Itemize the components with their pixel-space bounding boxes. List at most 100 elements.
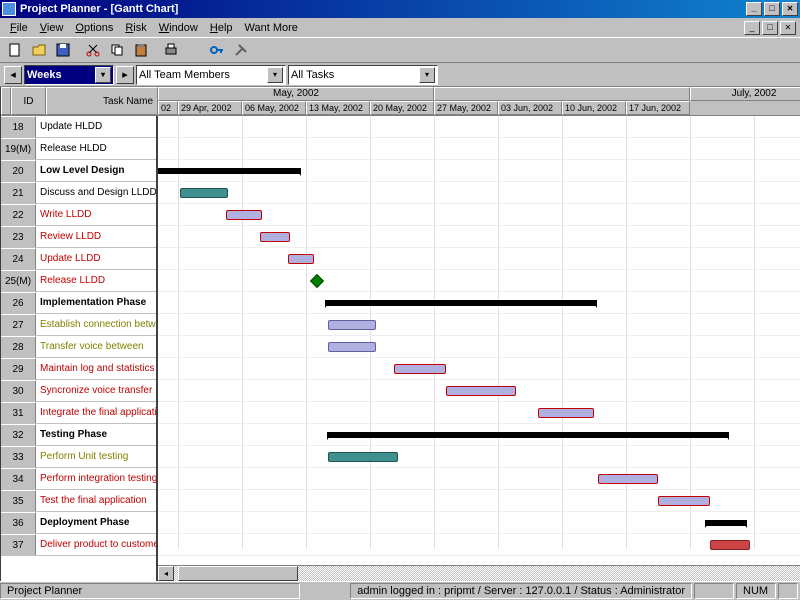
- tools-button[interactable]: [230, 39, 252, 61]
- task-bar[interactable]: [710, 540, 750, 550]
- task-id-cell: 22: [1, 204, 36, 225]
- summary-bar[interactable]: [158, 168, 300, 174]
- task-row[interactable]: 27Establish connection between: [1, 314, 156, 336]
- task-bar[interactable]: [328, 342, 376, 352]
- task-bar[interactable]: [446, 386, 516, 396]
- task-row[interactable]: 24Update LLDD: [1, 248, 156, 270]
- task-row[interactable]: 26Implementation Phase: [1, 292, 156, 314]
- gantt-row[interactable]: [158, 160, 800, 182]
- maximize-button[interactable]: [764, 2, 780, 16]
- tasks-combo[interactable]: All Tasks: [288, 65, 438, 85]
- gantt-row[interactable]: [158, 226, 800, 248]
- status-left: Project Planner: [0, 583, 300, 599]
- gantt-row[interactable]: [158, 116, 800, 138]
- summary-bar[interactable]: [328, 432, 728, 438]
- task-row[interactable]: 34Perform integration testing: [1, 468, 156, 490]
- close-button[interactable]: [782, 2, 798, 16]
- open-button[interactable]: [28, 39, 50, 61]
- gantt-row[interactable]: [158, 270, 800, 292]
- task-row[interactable]: 19(M)Release HLDD: [1, 138, 156, 160]
- scroll-thumb[interactable]: [178, 566, 298, 581]
- task-name-cell: Release HLDD: [36, 138, 156, 159]
- save-button[interactable]: [52, 39, 74, 61]
- gantt-row[interactable]: [158, 336, 800, 358]
- timeline-header: ID Task Name May, 2002July, 20020229 Apr…: [1, 87, 800, 116]
- gantt-row[interactable]: [158, 182, 800, 204]
- task-row[interactable]: 20Low Level Design: [1, 160, 156, 182]
- task-id-cell: 23: [1, 226, 36, 247]
- task-row[interactable]: 33Perform Unit testing: [1, 446, 156, 468]
- mdi-minimize-button[interactable]: [744, 21, 760, 35]
- paste-button[interactable]: [130, 39, 152, 61]
- menu-file[interactable]: File: [4, 20, 34, 36]
- timescale-combo[interactable]: Weeks: [24, 65, 114, 85]
- task-bar[interactable]: [394, 364, 446, 374]
- month-header: [434, 87, 690, 101]
- task-row[interactable]: 18Update HLDD: [1, 116, 156, 138]
- gantt-row[interactable]: [158, 358, 800, 380]
- gantt-row[interactable]: [158, 204, 800, 226]
- gantt-row[interactable]: [158, 380, 800, 402]
- task-row[interactable]: 36Deployment Phase: [1, 512, 156, 534]
- summary-bar[interactable]: [326, 300, 596, 306]
- gantt-row[interactable]: [158, 490, 800, 512]
- task-row[interactable]: 21Discuss and Design LLDD: [1, 182, 156, 204]
- mdi-close-button[interactable]: [780, 21, 796, 35]
- col-name-header[interactable]: Task Name: [46, 87, 158, 115]
- task-bar[interactable]: [658, 496, 710, 506]
- gantt-row[interactable]: [158, 424, 800, 446]
- menu-risk[interactable]: Risk: [119, 20, 152, 36]
- task-row[interactable]: 30Syncronize voice transfer: [1, 380, 156, 402]
- gantt-row[interactable]: [158, 314, 800, 336]
- task-row[interactable]: 25(M)Release LLDD: [1, 270, 156, 292]
- scroll-left-button[interactable]: ◂: [158, 566, 174, 581]
- gantt-row[interactable]: [158, 468, 800, 490]
- copy-button[interactable]: [106, 39, 128, 61]
- gantt-hscrollbar[interactable]: ◂ ▸: [158, 565, 800, 581]
- task-row[interactable]: 23Review LLDD: [1, 226, 156, 248]
- gantt-row[interactable]: [158, 402, 800, 424]
- task-bar[interactable]: [598, 474, 658, 484]
- task-bar[interactable]: [328, 320, 376, 330]
- menu-view[interactable]: View: [34, 20, 70, 36]
- task-bar[interactable]: [288, 254, 314, 264]
- task-bar[interactable]: [226, 210, 262, 220]
- prev-timescale-button[interactable]: ◂: [4, 66, 22, 84]
- task-row[interactable]: 37Deliver product to customer: [1, 534, 156, 556]
- gantt-area[interactable]: ◂ ▸: [158, 116, 800, 581]
- gantt-row[interactable]: [158, 512, 800, 534]
- next-timescale-button[interactable]: ▸: [116, 66, 134, 84]
- task-row[interactable]: 29Maintain log and statistics: [1, 358, 156, 380]
- task-bar[interactable]: [260, 232, 290, 242]
- menu-window[interactable]: Window: [153, 20, 204, 36]
- new-button[interactable]: [4, 39, 26, 61]
- minimize-button[interactable]: [746, 2, 762, 16]
- task-id-cell: 21: [1, 182, 36, 203]
- summary-bar[interactable]: [706, 520, 746, 526]
- task-bar[interactable]: [328, 452, 398, 462]
- task-row[interactable]: 28Transfer voice between: [1, 336, 156, 358]
- task-bar[interactable]: [180, 188, 228, 198]
- key-button[interactable]: [206, 39, 228, 61]
- menu-options[interactable]: Options: [69, 20, 119, 36]
- menu-help[interactable]: Help: [204, 20, 239, 36]
- gantt-row[interactable]: [158, 292, 800, 314]
- task-row[interactable]: 32Testing Phase: [1, 424, 156, 446]
- task-row[interactable]: 22Write LLDD: [1, 204, 156, 226]
- gantt-row[interactable]: [158, 248, 800, 270]
- task-bar[interactable]: [538, 408, 594, 418]
- gantt-row[interactable]: [158, 534, 800, 556]
- task-row[interactable]: 31Integrate the final application: [1, 402, 156, 424]
- cut-button[interactable]: [82, 39, 104, 61]
- gantt-row[interactable]: [158, 446, 800, 468]
- mdi-maximize-button[interactable]: [762, 21, 778, 35]
- task-row[interactable]: 35Test the final application: [1, 490, 156, 512]
- gantt-row[interactable]: [158, 138, 800, 160]
- task-id-cell: 35: [1, 490, 36, 511]
- milestone-marker[interactable]: [310, 274, 324, 288]
- menu-wantmore[interactable]: Want More: [239, 20, 304, 36]
- task-id-cell: 19(M): [1, 138, 36, 159]
- col-id-header[interactable]: ID: [11, 87, 46, 115]
- print-button[interactable]: [160, 39, 182, 61]
- members-combo[interactable]: All Team Members: [136, 65, 286, 85]
